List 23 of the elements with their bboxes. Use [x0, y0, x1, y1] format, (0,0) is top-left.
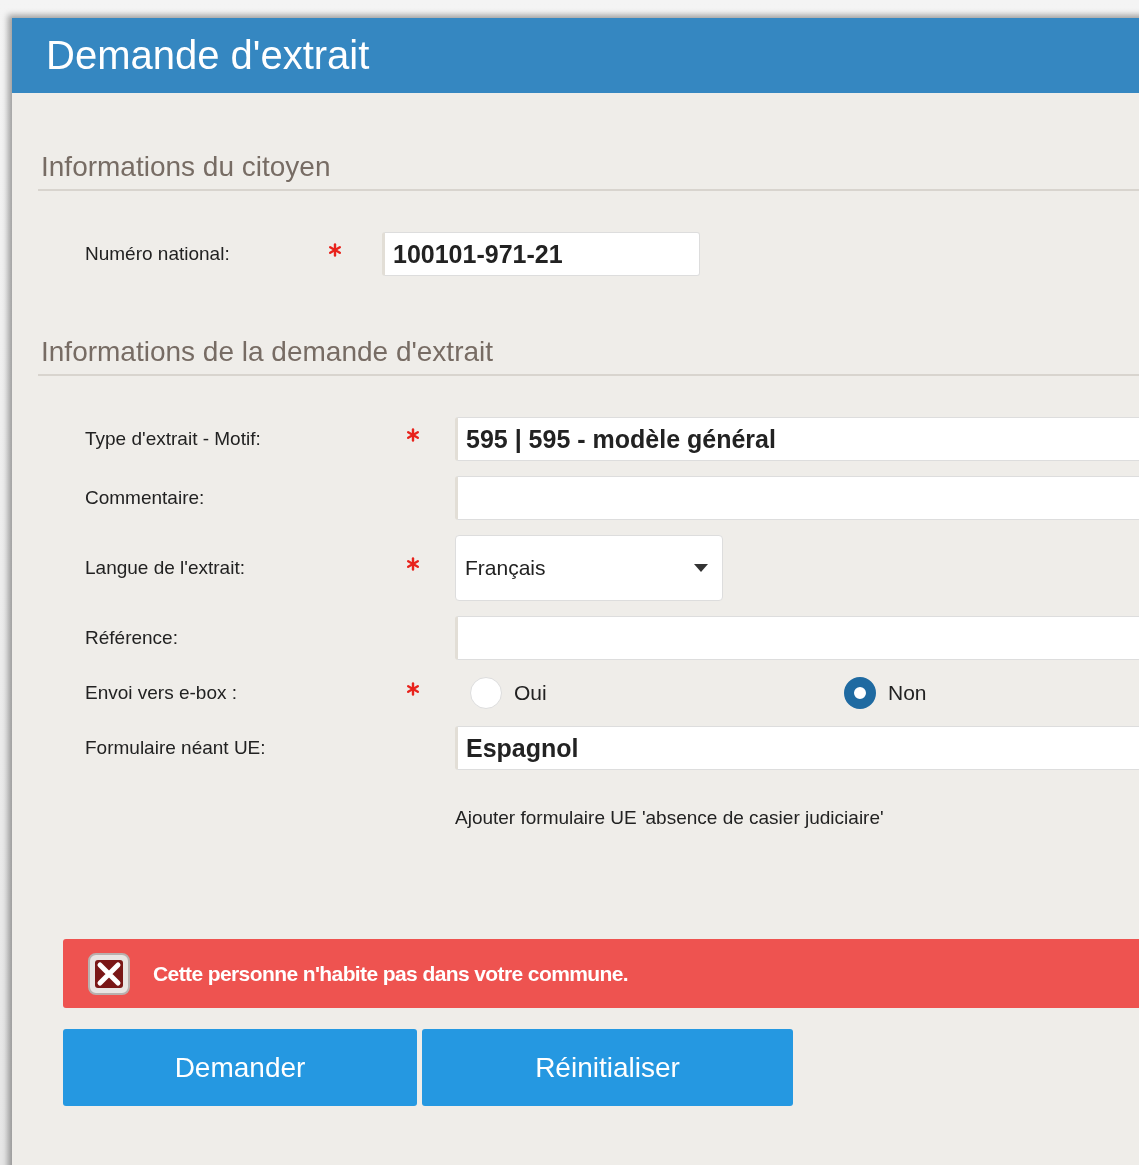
radio-label[interactable]: Non	[888, 681, 927, 705]
window-title: Demande d'extrait	[46, 33, 370, 78]
language-select[interactable]: Français	[455, 535, 723, 601]
text-field[interactable]	[455, 476, 1139, 520]
text-field[interactable]	[455, 616, 1139, 660]
field-label: Formulaire néant UE:	[84, 737, 267, 759]
field-label: Numéro national:	[84, 243, 231, 265]
text-field[interactable]: 100101-971-21	[382, 232, 700, 276]
hint-text: Ajouter formulaire UE 'absence de casier judiciaire'	[455, 806, 885, 829]
field-label: Langue de l'extrait:	[84, 557, 246, 579]
text-field[interactable]: 595 | 595 - modèle général	[455, 417, 1139, 461]
section-heading: Informations de la demande d'extrait	[38, 336, 1139, 376]
error-message: Cette personne n'habite pas dans votre commune.	[153, 961, 629, 986]
field-label: Envoi vers e-box :	[84, 682, 239, 704]
caret-icon	[694, 564, 708, 572]
section-heading: Informations du citoyen	[38, 151, 1139, 191]
radio-label[interactable]: Oui	[514, 681, 547, 705]
text-field[interactable]: Espagnol	[455, 726, 1139, 770]
field-label: Type d'extrait - Motif:	[84, 428, 262, 450]
error-icon	[87, 951, 131, 996]
radio-button[interactable]	[844, 677, 876, 709]
field-label: Commentaire:	[84, 487, 206, 509]
field-label: Référence:	[84, 627, 179, 649]
